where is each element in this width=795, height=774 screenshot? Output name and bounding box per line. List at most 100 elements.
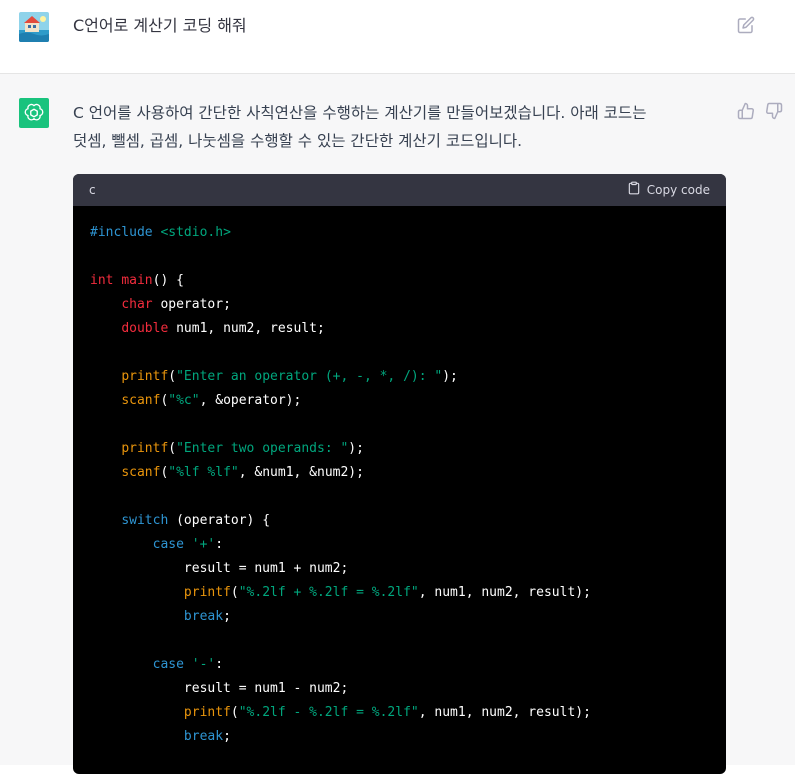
code-token: "%.2lf - %.2lf = %.2lf"	[238, 705, 419, 720]
code-line: case '+':	[90, 533, 709, 557]
code-line: scanf("%lf %lf", &num1, &num2);	[90, 461, 709, 485]
code-line: break;	[90, 725, 709, 749]
code-token: (operator) {	[168, 513, 271, 528]
code-token: printf	[183, 585, 231, 600]
code-token: <stdio.h>	[160, 225, 231, 240]
code-line: char operator;	[90, 293, 709, 317]
code-line: result = num1 - num2;	[90, 677, 709, 701]
copy-code-button[interactable]: Copy code	[627, 181, 710, 198]
code-block: c Copy code #include <stdio.h> int main()…	[73, 174, 726, 774]
code-token: (	[168, 369, 177, 384]
code-token: "Enter an operator (+, -, *, /): "	[176, 369, 443, 384]
code-token: "%lf %lf"	[168, 465, 239, 480]
code-token: main	[121, 273, 153, 288]
user-message-text: C언어로 계산기 코딩 해줘	[73, 16, 247, 35]
code-token: break	[183, 729, 224, 744]
copy-code-label: Copy code	[646, 182, 710, 197]
code-token: , num1, num2, result);	[418, 705, 591, 720]
code-token: case	[152, 537, 184, 552]
code-token: );	[442, 369, 458, 384]
code-line: printf("%.2lf - %.2lf = %.2lf", num1, nu…	[90, 701, 709, 725]
code-token: num1, num2, result;	[168, 321, 325, 336]
user-message-row: C언어로 계산기 코딩 해줘	[0, 0, 795, 74]
assistant-message-row: C 언어를 사용하여 간단한 사칙연산을 수행하는 계산기를 만들어보겠습니다.…	[0, 74, 795, 774]
code-line: int main() {	[90, 269, 709, 293]
code-token: "%.2lf + %.2lf = %.2lf"	[238, 585, 419, 600]
code-token: () {	[152, 273, 184, 288]
code-token: #include	[90, 225, 161, 240]
code-token: operator;	[152, 297, 231, 312]
openai-logo-icon	[19, 98, 49, 128]
user-avatar	[19, 12, 49, 42]
code-line: printf("%.2lf + %.2lf = %.2lf", num1, nu…	[90, 581, 709, 605]
code-token: printf	[121, 441, 169, 456]
code-token: case	[152, 657, 184, 672]
code-token: , &operator);	[199, 393, 302, 408]
code-token: "Enter two operands: "	[176, 441, 349, 456]
code-token: (	[230, 705, 239, 720]
code-token: switch	[121, 513, 169, 528]
code-token: ;	[223, 729, 231, 744]
code-line: printf("Enter two operands: ");	[90, 437, 709, 461]
code-token: scanf	[121, 465, 161, 480]
code-token: '+'	[191, 537, 216, 552]
code-token: "%c"	[168, 393, 200, 408]
assistant-text-line-1: C 언어를 사용하여 간단한 사칙연산을 수행하는 계산기를 만들어보겠습니다.…	[73, 104, 647, 122]
code-token: , num1, num2, result);	[418, 585, 591, 600]
thumbs-down-icon[interactable]	[765, 102, 783, 120]
code-line: break;	[90, 605, 709, 629]
code-body: #include <stdio.h> int main() { char oper…	[73, 206, 726, 749]
code-token: double	[121, 321, 169, 336]
code-token: char	[121, 297, 153, 312]
code-token: (	[168, 441, 177, 456]
thumbs-up-icon[interactable]	[737, 102, 755, 120]
code-line: double num1, num2, result;	[90, 317, 709, 341]
assistant-text-line-2: 덧셈, 뺄셈, 곱셈, 나눗셈을 수행할 수 있는 간단한 계산기 코드입니다.	[73, 132, 523, 150]
assistant-message-text: C 언어를 사용하여 간단한 사칙연산을 수행하는 계산기를 만들어보겠습니다.…	[73, 99, 723, 155]
code-token: scanf	[121, 393, 161, 408]
code-token: :	[215, 657, 224, 672]
code-token: break	[183, 609, 224, 624]
code-token: '-'	[191, 657, 216, 672]
code-token: result = num1 + num2;	[90, 561, 349, 576]
code-line: scanf("%c", &operator);	[90, 389, 709, 413]
code-token: result = num1 - num2;	[90, 681, 349, 696]
code-token: int	[90, 273, 114, 288]
code-token: printf	[121, 369, 169, 384]
code-token: printf	[183, 705, 231, 720]
code-line: #include <stdio.h>	[90, 221, 709, 245]
code-line: case '-':	[90, 653, 709, 677]
code-token: ;	[223, 609, 231, 624]
code-line: printf("Enter an operator (+, -, *, /): …	[90, 365, 709, 389]
code-line: switch (operator) {	[90, 509, 709, 533]
code-token: , &num1, &num2);	[238, 465, 364, 480]
code-line: result = num1 + num2;	[90, 557, 709, 581]
edit-icon[interactable]	[737, 16, 755, 34]
code-token: :	[215, 537, 224, 552]
clipboard-icon	[627, 181, 641, 198]
code-language-label: c	[89, 183, 96, 197]
code-token: );	[348, 441, 364, 456]
code-token: (	[230, 585, 239, 600]
code-header: c Copy code	[73, 174, 726, 206]
